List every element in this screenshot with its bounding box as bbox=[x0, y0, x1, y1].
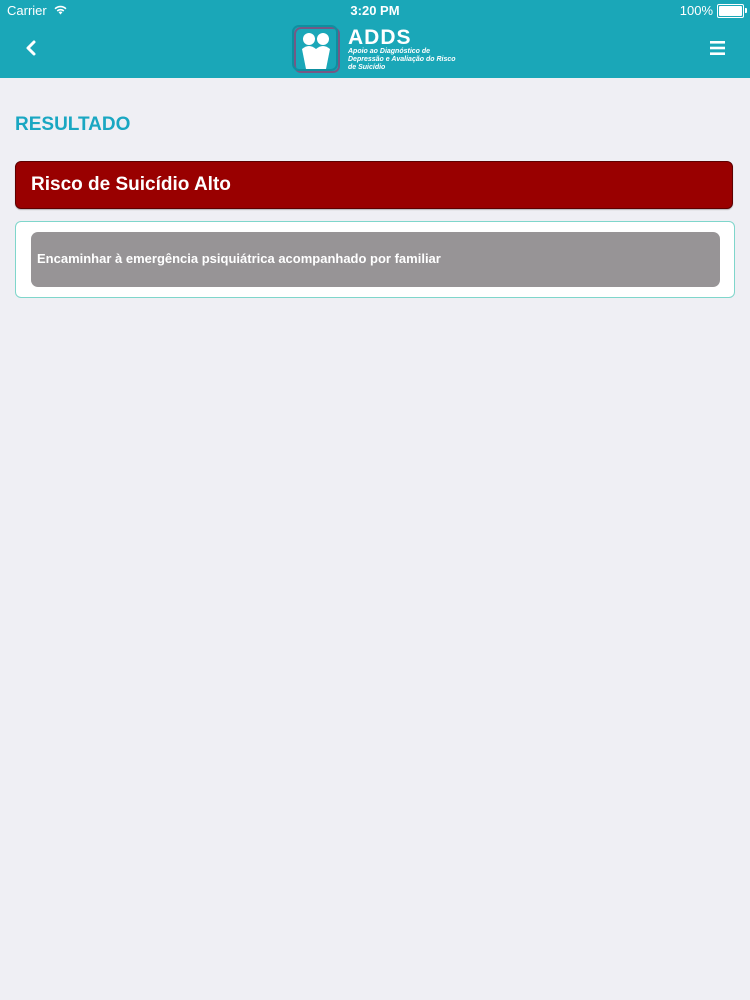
battery-percent: 100% bbox=[679, 3, 713, 18]
menu-button[interactable] bbox=[706, 36, 730, 60]
app-logo: ADDS Apoio ao Diagnóstico de Depressão e… bbox=[292, 24, 458, 76]
battery-icon bbox=[717, 3, 747, 18]
recommendation-card: Encaminhar à emergência psiquiátrica aco… bbox=[15, 221, 735, 298]
navigation-bar: ADDS Apoio ao Diagnóstico de Depressão e… bbox=[0, 22, 750, 78]
adds-logo-icon bbox=[292, 25, 344, 75]
app-subtitle: Apoio ao Diagnóstico de Depressão e Aval… bbox=[348, 48, 456, 71]
risk-level-label: Risco de Suicídio Alto bbox=[31, 174, 231, 195]
top-bar: Carrier 3:20 PM 100% ADDS Apoio ao Diagn… bbox=[0, 0, 750, 78]
clock: 3:20 PM bbox=[350, 3, 400, 18]
status-right: 100% bbox=[679, 3, 747, 18]
page-title: RESULTADO bbox=[15, 114, 131, 135]
recommendation-box: Encaminhar à emergência psiquiátrica aco… bbox=[31, 232, 720, 287]
recommendation-text: Encaminhar à emergência psiquiátrica aco… bbox=[37, 251, 441, 266]
app-name: ADDS bbox=[348, 26, 412, 49]
status-bar: Carrier 3:20 PM 100% bbox=[0, 0, 750, 22]
hamburger-menu-icon bbox=[706, 41, 730, 64]
chevron-left-icon bbox=[18, 40, 46, 66]
back-button[interactable] bbox=[18, 34, 46, 62]
risk-level-banner: Risco de Suicídio Alto bbox=[15, 161, 733, 209]
